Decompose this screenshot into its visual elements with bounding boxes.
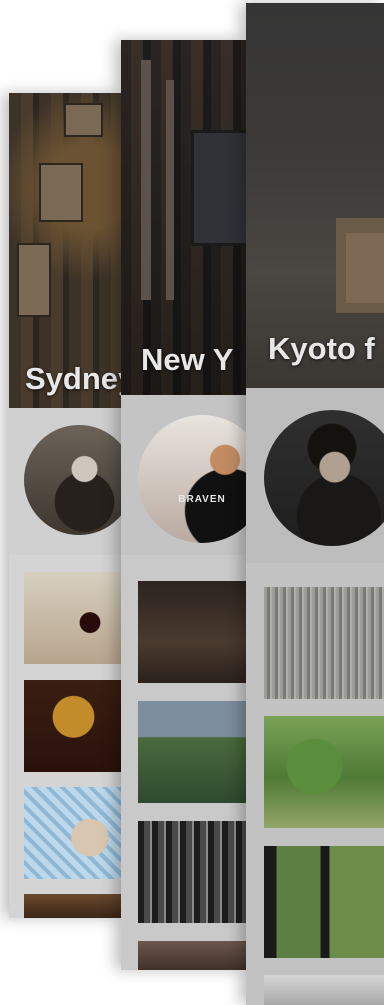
city-card-kyoto[interactable]: Kyoto f (246, 3, 384, 1005)
avatar[interactable] (264, 410, 384, 546)
avatar[interactable] (24, 425, 121, 535)
profile-band (9, 408, 121, 555)
photo-thumbnail[interactable] (264, 975, 384, 1005)
shirt-logo-text: BRAVEN (178, 494, 226, 506)
photo-thumbnail[interactable] (24, 572, 121, 664)
pipe (141, 60, 151, 300)
window (191, 130, 246, 246)
profile-band: BRAVEN (121, 395, 246, 555)
poster (39, 163, 83, 222)
photo-thumbnail[interactable] (24, 680, 121, 772)
avatar[interactable]: BRAVEN (138, 415, 246, 543)
poster (17, 243, 51, 317)
profile-band (246, 388, 384, 563)
photo-thumbnail[interactable] (138, 581, 246, 683)
photo-thumbnail[interactable] (264, 587, 384, 699)
city-title: New Y (141, 342, 234, 377)
photo-thumbnail[interactable] (138, 941, 246, 970)
city-card-sydney[interactable]: Sydney (9, 93, 121, 918)
photo-thumbnail[interactable] (264, 716, 384, 828)
pipe (166, 80, 174, 300)
photo-thumbnail[interactable] (138, 821, 246, 923)
doorway (346, 233, 384, 303)
poster (64, 103, 103, 137)
photo-thumbnail[interactable] (138, 701, 246, 803)
photo-thumbnail[interactable] (24, 787, 121, 879)
city-title: Kyoto f (268, 331, 375, 366)
city-title: Sydney (25, 361, 121, 396)
city-card-new-york[interactable]: New Y BRAVEN (121, 40, 246, 970)
photo-thumbnail[interactable] (24, 894, 121, 918)
photo-thumbnail[interactable] (264, 846, 384, 958)
